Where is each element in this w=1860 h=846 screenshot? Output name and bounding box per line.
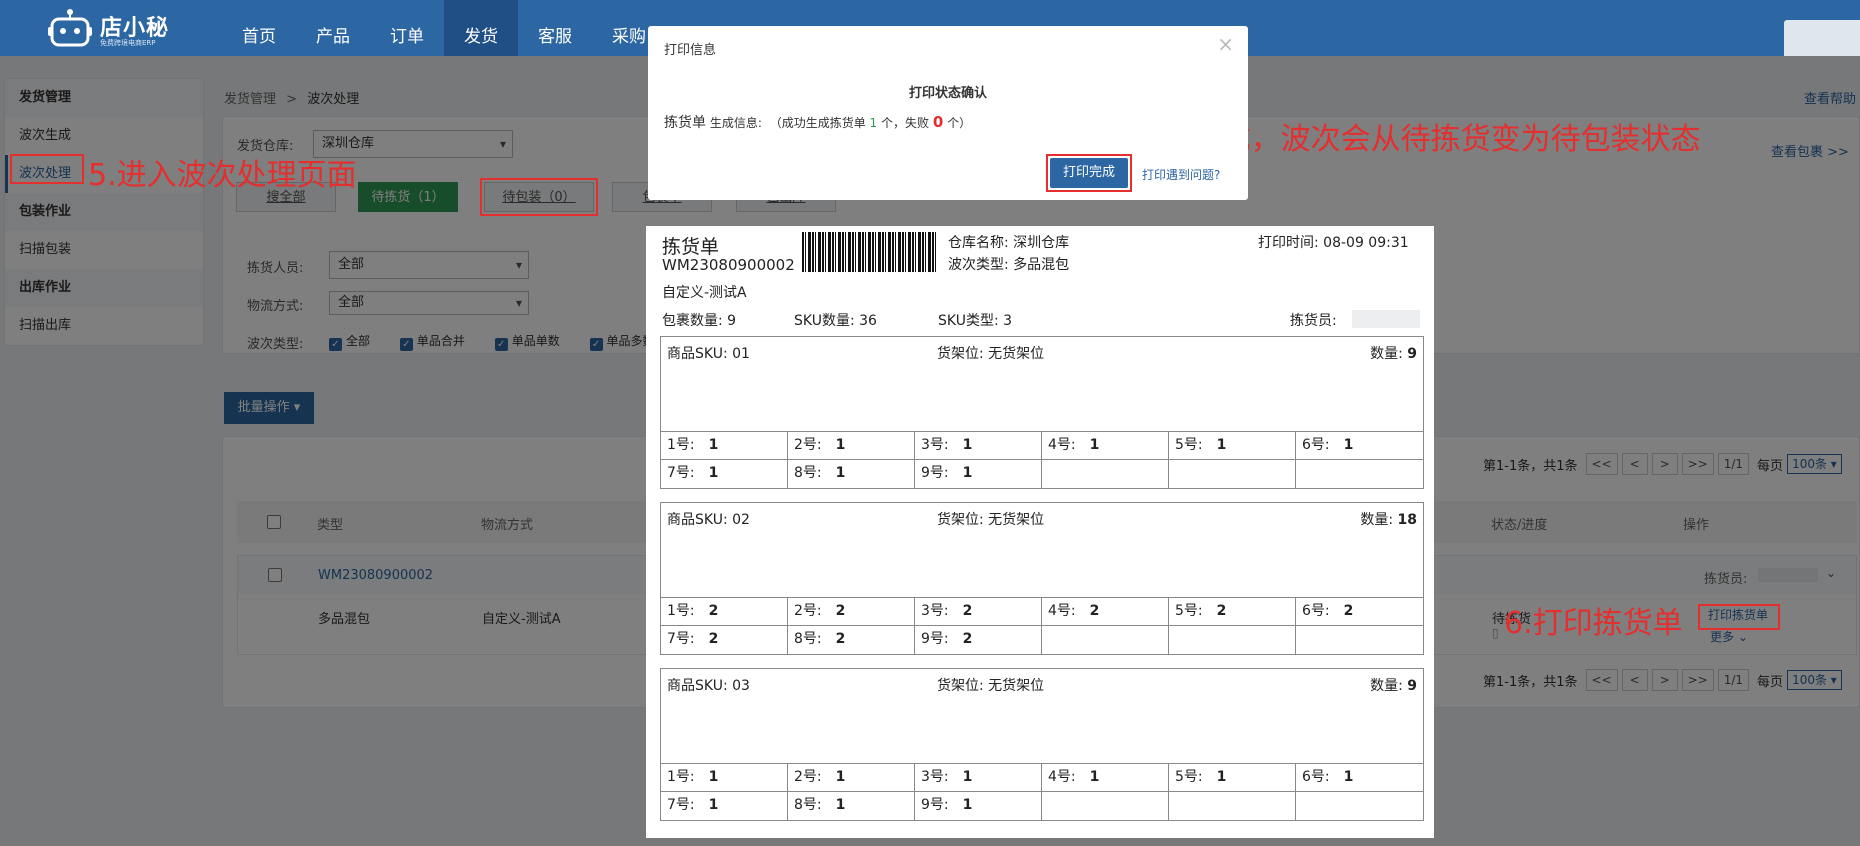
sku-label: 商品SKU: 02 (667, 512, 750, 528)
annotation-box-step6 (1698, 604, 1780, 630)
slot-grid: 1号: 1 2号: 1 3号: 1 4号: 1 5号: 1 6号: 1 7号: 1 8号: 1 … (661, 763, 1423, 820)
slot-cell: 9号: 2 (915, 626, 1042, 654)
robot-logo-icon (48, 9, 92, 47)
slot-cell: 3号: 1 (915, 432, 1042, 460)
sheet-warehouse: 仓库名称: 深圳仓库 (948, 235, 1070, 251)
slot-cell: 9号: 1 (915, 460, 1042, 488)
sheet-sku-types: SKU类型: 3 (938, 313, 1013, 329)
slot-cell (1042, 626, 1169, 654)
sheet-picker-signature (1352, 310, 1420, 328)
annotation-box-step5 (10, 154, 84, 184)
slot-cell (1042, 460, 1169, 488)
sheet-picker-label: 拣货员: (1290, 313, 1337, 329)
shelf-label: 货架位: 无货架位 (937, 678, 1045, 694)
main-nav: 首页 产品 订单 发货 客服 采购 (222, 0, 666, 56)
slot-cell: 4号: 1 (1042, 764, 1169, 792)
slot-cell: 8号: 1 (788, 460, 915, 488)
sheet-package-count: 包裹数量: 9 (662, 313, 737, 329)
nav-home[interactable]: 首页 (222, 0, 296, 56)
success-count: 1 (869, 116, 878, 130)
slot-cell: 6号: 1 (1296, 432, 1423, 460)
slot-cell (1296, 792, 1423, 820)
nav-service[interactable]: 客服 (518, 0, 592, 56)
slot-cell: 2号: 1 (788, 764, 915, 792)
slot-cell (1296, 626, 1423, 654)
sheet-wave-type: 波次类型: 多品混包 (948, 257, 1070, 273)
slot-cell: 5号: 1 (1169, 432, 1296, 460)
slot-cell: 6号: 1 (1296, 764, 1423, 792)
dialog-subtitle: 打印状态确认 (908, 86, 987, 101)
sku-label: 商品SKU: 01 (667, 346, 750, 362)
slot-cell: 6号: 2 (1296, 598, 1423, 626)
logo-subtitle: 免费跨境电商ERP (100, 39, 156, 47)
slot-cell: 4号: 1 (1042, 432, 1169, 460)
annotation-step5: 5.进入波次处理页面 (88, 158, 357, 193)
slot-cell: 1号: 1 (661, 432, 788, 460)
sku-label: 商品SKU: 03 (667, 678, 750, 694)
sheet-print-time: 打印时间: 08-09 09:31 (1258, 235, 1409, 251)
slot-cell: 1号: 2 (661, 598, 788, 626)
qty-label: 数量: 18 (1360, 512, 1417, 528)
slot-grid: 1号: 1 2号: 1 3号: 1 4号: 1 5号: 1 6号: 1 7号: 1 8号: 1 … (661, 431, 1423, 488)
sku-block: 商品SKU: 01 货架位: 无货架位 数量: 9 1号: 1 2号: 1 3号: 1… (660, 336, 1424, 489)
print-done-button[interactable]: 打印完成 (1050, 158, 1128, 188)
shelf-label: 货架位: 无货架位 (937, 512, 1045, 528)
slot-cell: 8号: 1 (788, 792, 915, 820)
sku-block: 商品SKU: 02 货架位: 无货架位 数量: 18 1号: 2 2号: 2 3号:… (660, 502, 1424, 655)
slot-cell: 5号: 2 (1169, 598, 1296, 626)
pick-list-sheet: 拣货单 WM23080900002 仓库名称: 深圳仓库 波次类型: 多品混包 … (646, 226, 1434, 838)
slot-cell: 8号: 2 (788, 626, 915, 654)
slot-cell (1169, 792, 1296, 820)
print-info-dialog: 打印信息 × 打印状态确认 拣货单 生成信息: （成功生成拣货单 1 个，失败 … (648, 26, 1248, 200)
slot-cell: 4号: 2 (1042, 598, 1169, 626)
user-avatar[interactable] (1784, 20, 1860, 56)
slot-cell: 2号: 2 (788, 598, 915, 626)
slot-cell: 3号: 1 (915, 764, 1042, 792)
sheet-logistics: 自定义-测试A (662, 285, 747, 301)
slot-cell: 7号: 2 (661, 626, 788, 654)
close-icon[interactable]: × (1217, 32, 1234, 56)
sheet-title: 拣货单 (662, 236, 720, 258)
slot-cell: 3号: 2 (915, 598, 1042, 626)
nav-products[interactable]: 产品 (296, 0, 370, 56)
slot-cell: 9号: 1 (915, 792, 1042, 820)
slot-grid: 1号: 2 2号: 2 3号: 2 4号: 2 5号: 2 6号: 2 7号: 2 8号: 2 … (661, 597, 1423, 654)
qty-label: 数量: 9 (1370, 678, 1417, 694)
sku-block: 商品SKU: 03 货架位: 无货架位 数量: 9 1号: 1 2号: 1 3号: 1… (660, 668, 1424, 821)
sheet-sku-count: SKU数量: 36 (794, 313, 877, 329)
sheet-wave-code: WM23080900002 (662, 256, 795, 274)
annotation-step6: 6.打印拣货单 (1504, 606, 1683, 641)
dialog-title: 打印信息 (664, 43, 717, 58)
dialog-message: 拣货单 生成信息: （成功生成拣货单 1 个，失败 0 个） (664, 113, 972, 131)
slot-cell: 7号: 1 (661, 792, 788, 820)
slot-cell (1169, 460, 1296, 488)
qty-label: 数量: 9 (1370, 346, 1417, 362)
slot-cell (1296, 460, 1423, 488)
slot-cell: 2号: 1 (788, 432, 915, 460)
shelf-label: 货架位: 无货架位 (937, 346, 1045, 362)
annotation-box-pending-pack (480, 178, 598, 216)
logo[interactable]: 店小秘 免费跨境电商ERP (46, 4, 176, 52)
slot-cell (1042, 792, 1169, 820)
nav-shipping[interactable]: 发货 (444, 0, 518, 56)
slot-cell: 1号: 1 (661, 764, 788, 792)
print-problem-link[interactable]: 打印遇到问题? (1142, 166, 1220, 183)
slot-cell: 5号: 1 (1169, 764, 1296, 792)
slot-cell (1169, 626, 1296, 654)
barcode-icon (802, 232, 936, 272)
nav-orders[interactable]: 订单 (370, 0, 444, 56)
slot-cell: 7号: 1 (661, 460, 788, 488)
fail-count: 0 (932, 113, 944, 131)
